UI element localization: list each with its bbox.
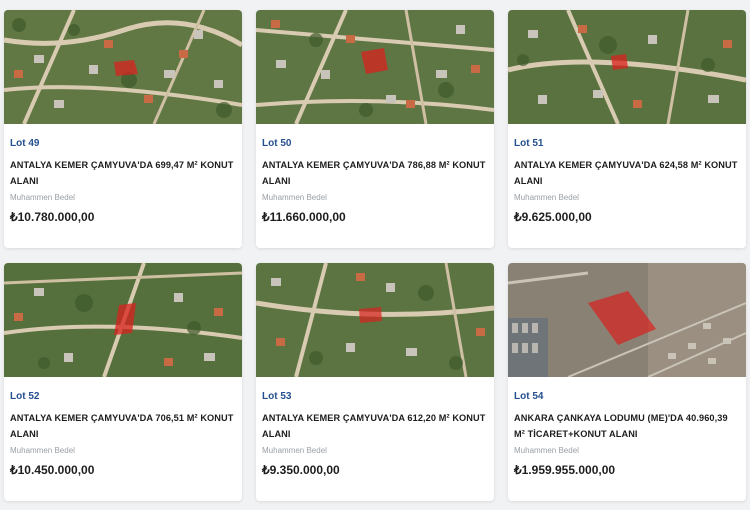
listing-title[interactable]: ANKARA ÇANKAYA LODUMU (ME)'DA 40.960,39 … [514, 410, 740, 442]
listing-title[interactable]: ANTALYA KEMER ÇAMYUVA'DA 624,58 M² KONUT… [514, 157, 740, 189]
listing-card[interactable]: Lot 51 ANTALYA KEMER ÇAMYUVA'DA 624,58 M… [508, 10, 746, 248]
parcel-map-image [4, 10, 242, 124]
parcel-map-image [256, 263, 494, 377]
lot-number: Lot 49 [10, 138, 40, 149]
listing-title[interactable]: ANTALYA KEMER ÇAMYUVA'DA 706,51 M² KONUT… [10, 410, 236, 442]
parcel-map-image [508, 263, 746, 377]
price-label: Muhammen Bedel [262, 446, 327, 455]
price-value: ₺10.450.000,00 [10, 463, 95, 477]
price-label: Muhammen Bedel [10, 193, 75, 202]
parcel-map-image [4, 263, 242, 377]
price-label: Muhammen Bedel [10, 446, 75, 455]
parcel-map-image [256, 10, 494, 124]
parcel-map-image [508, 10, 746, 124]
lot-number: Lot 51 [514, 138, 544, 149]
listing-title[interactable]: ANTALYA KEMER ÇAMYUVA'DA 699,47 M² KONUT… [10, 157, 236, 189]
price-label: Muhammen Bedel [514, 193, 579, 202]
price-value: ₺9.350.000,00 [262, 463, 340, 477]
lot-number: Lot 53 [262, 391, 292, 402]
listing-card[interactable]: Lot 53 ANTALYA KEMER ÇAMYUVA'DA 612,20 M… [256, 263, 494, 501]
listing-card[interactable]: Lot 54 ANKARA ÇANKAYA LODUMU (ME)'DA 40.… [508, 263, 746, 501]
listing-card[interactable]: Lot 52 ANTALYA KEMER ÇAMYUVA'DA 706,51 M… [4, 263, 242, 501]
price-value: ₺9.625.000,00 [514, 210, 592, 224]
listing-title[interactable]: ANTALYA KEMER ÇAMYUVA'DA 612,20 M² KONUT… [262, 410, 488, 442]
lot-number: Lot 54 [514, 391, 544, 402]
lot-number: Lot 50 [262, 138, 292, 149]
listing-card[interactable]: Lot 49 ANTALYA KEMER ÇAMYUVA'DA 699,47 M… [4, 10, 242, 248]
price-value: ₺1.959.955.000,00 [514, 463, 616, 477]
price-label: Muhammen Bedel [514, 446, 579, 455]
price-value: ₺11.660.000,00 [262, 210, 346, 224]
listing-card[interactable]: Lot 50 ANTALYA KEMER ÇAMYUVA'DA 786,88 M… [256, 10, 494, 248]
price-value: ₺10.780.000,00 [10, 210, 95, 224]
price-label: Muhammen Bedel [262, 193, 327, 202]
listing-title[interactable]: ANTALYA KEMER ÇAMYUVA'DA 786,88 M² KONUT… [262, 157, 488, 189]
lot-number: Lot 52 [10, 391, 40, 402]
